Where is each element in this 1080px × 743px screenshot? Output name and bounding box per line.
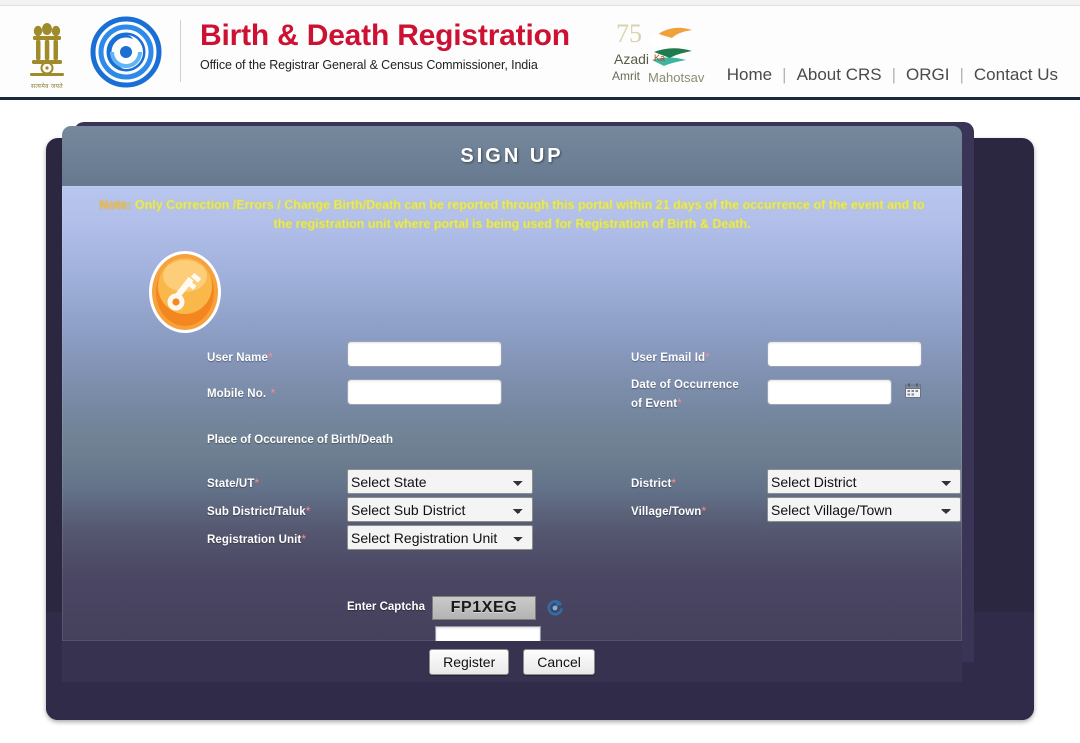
sub-district-select[interactable]: Select Sub District (347, 497, 533, 522)
field-village-town: Village/Town* (631, 502, 706, 521)
page-subtitle: Office of the Registrar General & Census… (200, 57, 538, 72)
user-email-input[interactable] (767, 341, 922, 367)
refresh-icon[interactable] (546, 599, 564, 617)
state-ut-label: State/UT (207, 478, 255, 490)
required-marker: * (301, 532, 307, 546)
captcha-label: Enter Captcha (347, 601, 425, 613)
field-user-email: User Email Id* (631, 348, 710, 367)
nav-item-home[interactable]: Home (717, 65, 782, 85)
required-marker: * (677, 395, 682, 410)
main-navigation[interactable]: Home | About CRS | ORGI | Contact Us (717, 65, 1068, 85)
field-mobile-no: Mobile No. * (207, 384, 275, 403)
required-marker: * (671, 476, 677, 490)
district-select[interactable]: Select District (767, 469, 961, 494)
place-of-occurrence-section-title: Place of Occurence of Birth/Death (207, 434, 393, 446)
required-marker: * (268, 350, 273, 364)
required-marker: * (254, 476, 260, 490)
signup-title-bar: SIGN UP (62, 126, 962, 186)
crs-logo-icon (90, 16, 162, 88)
mobile-no-label: Mobile No. (207, 388, 267, 400)
registration-unit-label: Registration Unit (207, 534, 302, 546)
nav-item-contact-us[interactable]: Contact Us (964, 65, 1068, 85)
nav-item-about-crs[interactable]: About CRS (787, 65, 892, 85)
user-name-input[interactable] (347, 341, 502, 367)
header-divider (180, 20, 181, 82)
date-of-occurrence-label-line1: Date of Occurrence (631, 379, 739, 391)
field-registration-unit: Registration Unit* (207, 530, 306, 549)
field-district: District* (631, 474, 676, 493)
mobile-no-input[interactable] (347, 379, 502, 405)
signup-note-text: Only Correction /Errors / Change Birth/D… (134, 198, 925, 232)
date-of-occurrence-input[interactable] (767, 379, 892, 405)
national-emblem: सत्यमेव जयते (18, 10, 76, 90)
svg-text:Mahotsav: Mahotsav (648, 70, 705, 85)
calendar-icon[interactable] (905, 383, 921, 398)
registration-unit-select[interactable]: Select Registration Unit (347, 525, 533, 550)
top-rule (0, 0, 1080, 6)
captcha-image: FP1XEG (432, 596, 536, 620)
state-ut-select[interactable]: Select State (347, 469, 533, 494)
district-label: District (631, 478, 672, 490)
cancel-button[interactable]: Cancel (523, 648, 595, 675)
signup-title: SIGN UP (460, 144, 564, 167)
svg-text:Azadi: Azadi (614, 51, 649, 67)
required-marker: * (270, 386, 276, 400)
page-title: Birth & Death Registration (200, 19, 570, 52)
svg-text:75: 75 (616, 19, 642, 48)
required-marker: * (305, 504, 311, 518)
nav-item-orgi[interactable]: ORGI (896, 65, 959, 85)
ashoka-emblem-icon (30, 23, 64, 76)
field-sub-district: Sub District/Taluk* (207, 502, 310, 521)
signup-note: Note: Only Correction /Errors / Change B… (90, 196, 934, 235)
signup-note-lead: Note: (99, 198, 132, 212)
village-town-select[interactable]: Select Village/Town (767, 497, 961, 522)
village-town-label: Village/Town (631, 506, 702, 518)
field-user-name: User Name* (207, 348, 273, 367)
emblem-caption: सत्यमेव जयते (31, 84, 63, 90)
field-state-ut: State/UT* (207, 474, 259, 493)
register-button[interactable]: Register (429, 648, 510, 675)
required-marker: * (705, 350, 710, 364)
header-titles: Birth & Death Registration Office of the… (200, 20, 570, 72)
required-marker: * (701, 504, 707, 518)
key-icon (149, 251, 221, 333)
field-date-of-occurrence: Date of Occurrence of Event* (631, 378, 759, 412)
user-name-label: User Name (207, 352, 268, 364)
form-actions: Register Cancel (62, 641, 962, 682)
site-header: सत्यमेव जयते Birth & Death Registration … (0, 0, 1080, 100)
svg-text:Amrit: Amrit (612, 69, 641, 83)
date-of-occurrence-label-line2: of Event (631, 397, 678, 410)
user-email-label: User Email Id (631, 352, 706, 364)
svg-text:Ka: Ka (654, 53, 665, 63)
sub-district-label: Sub District/Taluk (207, 506, 306, 518)
page-body: SIGN UP Note: Only Correction /Errors / … (0, 100, 1080, 743)
